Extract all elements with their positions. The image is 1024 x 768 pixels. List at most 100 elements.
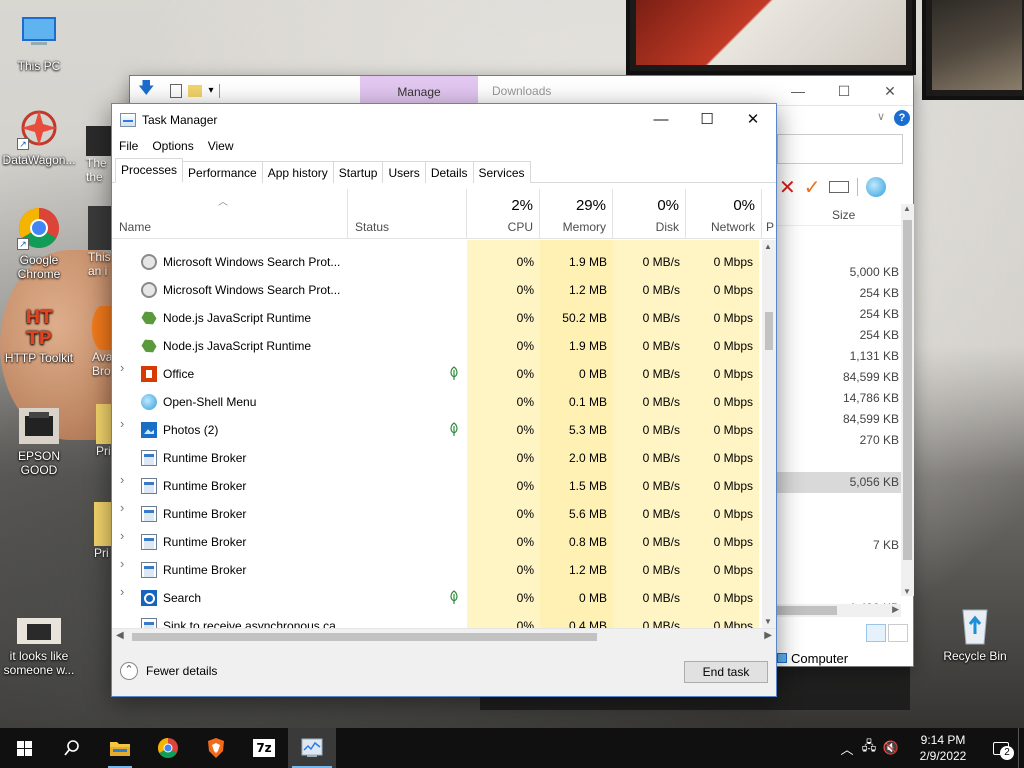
file-size-cell[interactable]: 254 KB xyxy=(777,325,901,346)
ribbon-expand-icon[interactable]: ∨ xyxy=(877,110,885,123)
cpu-column-header[interactable]: 2% CPU xyxy=(467,189,540,239)
scroll-thumb[interactable] xyxy=(132,633,597,641)
process-row[interactable]: › Runtime Broker 0% 1.2 MB 0 MB/s 0 Mbps xyxy=(112,556,762,584)
scroll-up-icon[interactable]: ▲ xyxy=(764,242,772,251)
file-size-cell[interactable]: 84,599 KB xyxy=(777,409,901,430)
checkmark-icon[interactable]: ✓ xyxy=(804,175,821,200)
memory-column-header[interactable]: 29% Memory xyxy=(540,189,613,239)
status-column-header[interactable]: Status xyxy=(348,189,467,239)
process-row[interactable]: Node.js JavaScript Runtime 0% 50.2 MB 0 MB/… xyxy=(112,304,762,332)
folder-icon[interactable] xyxy=(188,84,203,97)
vertical-scrollbar[interactable]: ▲ ▼ xyxy=(762,240,776,628)
file-size-cell[interactable]: 14,786 KB xyxy=(777,388,901,409)
file-size-cell[interactable]: 254 KB xyxy=(777,283,901,304)
tab-users[interactable]: Users xyxy=(382,161,426,183)
size-column-header[interactable]: Size xyxy=(777,202,909,226)
expand-chevron-icon[interactable]: › xyxy=(120,584,124,599)
file-size-cell[interactable]: 254 KB xyxy=(777,304,901,325)
task-manager-window[interactable]: Task Manager — ☐ ✕ File Options View Pro… xyxy=(111,103,777,697)
file-size-cell[interactable]: 5,000 KB xyxy=(777,262,901,283)
taskbar-task-manager[interactable] xyxy=(288,728,336,768)
power-column-header[interactable]: P xyxy=(762,189,776,239)
process-row-partial[interactable] xyxy=(112,240,762,248)
volume-muted-icon[interactable]: 🔇 xyxy=(880,740,902,756)
process-row[interactable]: › Runtime Broker 0% 0.8 MB 0 MB/s 0 Mbps xyxy=(112,528,762,556)
file-size-cell[interactable]: 84,599 KB xyxy=(777,367,901,388)
minimize-button[interactable]: — xyxy=(638,104,684,136)
scroll-down-icon[interactable]: ▼ xyxy=(764,617,772,626)
close-button[interactable]: ✕ xyxy=(730,104,776,136)
action-center-button[interactable]: 2 xyxy=(984,728,1018,768)
menu-file[interactable]: File xyxy=(112,136,145,156)
menu-options[interactable]: Options xyxy=(145,136,200,156)
network-icon[interactable]: 🖧 xyxy=(858,737,880,759)
taskbar-chrome[interactable] xyxy=(144,728,192,768)
process-row[interactable]: › Search 0% 0 MB 0 MB/s 0 Mbps xyxy=(112,584,762,612)
task-manager-titlebar[interactable]: Task Manager — ☐ ✕ xyxy=(112,104,776,136)
process-row[interactable]: Open-Shell Menu 0% 0.1 MB 0 MB/s 0 Mbps xyxy=(112,388,762,416)
menu-view[interactable]: View xyxy=(201,136,241,156)
globe-icon[interactable] xyxy=(865,177,886,197)
customize-qat-icon[interactable]: ▾ xyxy=(208,85,213,96)
explorer-titlebar[interactable]: 🡇 ▾ Manage Downloads — ☐ ✕ xyxy=(130,75,913,106)
explorer-maximize-button[interactable]: ☐ xyxy=(821,76,867,106)
explorer-vertical-scrollbar[interactable]: ▲ ▼ xyxy=(901,204,914,596)
taskbar-file-explorer[interactable] xyxy=(96,728,144,768)
fewer-details-link[interactable]: ⌃ Fewer details xyxy=(120,662,217,680)
maximize-button[interactable]: ☐ xyxy=(684,104,730,136)
process-row[interactable]: › Runtime Broker 0% 1.5 MB 0 MB/s 0 Mbps xyxy=(112,472,762,500)
process-row[interactable]: › Office 0% 0 MB 0 MB/s 0 Mbps xyxy=(112,360,762,388)
desktop-icon-google-chrome[interactable]: ↗ Google Chrome xyxy=(0,206,78,281)
properties-icon[interactable] xyxy=(170,83,183,98)
process-row[interactable]: › Photos (2) 0% 5.3 MB 0 MB/s 0 Mbps xyxy=(112,416,762,444)
explorer-close-button[interactable]: ✕ xyxy=(867,76,913,106)
network-column-header[interactable]: 0% Network xyxy=(686,189,762,239)
desktop-icon-epson-good[interactable]: EPSON GOOD xyxy=(0,402,78,477)
horizontal-scrollbar[interactable]: ◀ ▶ xyxy=(112,628,776,644)
desktop-icon-http-toolkit[interactable]: HT TP HTTP Toolkit xyxy=(0,304,78,365)
expand-chevron-icon[interactable]: › xyxy=(120,528,124,543)
scroll-right-icon[interactable]: ▶ xyxy=(764,630,772,641)
desktop-icon-datawagon[interactable]: ↗ DataWagon... xyxy=(0,106,78,167)
taskbar-brave[interactable] xyxy=(192,728,240,768)
process-row[interactable]: Microsoft Windows Search Prot... 0% 1.9 MB… xyxy=(112,248,762,276)
help-icon[interactable]: ? xyxy=(894,110,910,126)
scroll-left-icon[interactable]: ◀ xyxy=(116,630,124,641)
file-size-cell[interactable]: 5,056 KB xyxy=(777,472,901,493)
large-icons-view-button[interactable] xyxy=(888,624,908,642)
disk-column-header[interactable]: 0% Disk xyxy=(613,189,686,239)
end-task-button[interactable]: End task xyxy=(684,661,768,683)
expand-chevron-icon[interactable]: › xyxy=(120,556,124,571)
explorer-minimize-button[interactable]: — xyxy=(775,76,821,106)
expand-chevron-icon[interactable]: › xyxy=(120,360,124,375)
details-view-button[interactable] xyxy=(866,624,886,642)
desktop-icon-recycle-bin[interactable]: Recycle Bin xyxy=(936,602,1014,663)
file-size-cell[interactable] xyxy=(777,556,901,577)
expand-chevron-icon[interactable]: › xyxy=(120,416,124,431)
process-row[interactable]: Microsoft Windows Search Prot... 0% 1.2 MB… xyxy=(112,276,762,304)
process-row[interactable]: Sink to receive asynchronous ca... 0% 0.4 … xyxy=(112,612,762,628)
file-size-cell[interactable]: 270 KB xyxy=(777,430,901,451)
expand-chevron-icon[interactable]: › xyxy=(120,500,124,515)
partial-desktop-icon-3[interactable]: Avas Bro xyxy=(92,306,118,386)
process-row[interactable]: Runtime Broker 0% 2.0 MB 0 MB/s 0 Mbps xyxy=(112,444,762,472)
explorer-horizontal-scrollbar[interactable]: ▶ xyxy=(777,604,901,617)
tab-app-history[interactable]: App history xyxy=(261,161,334,183)
partial-desktop-icon-2[interactable]: This an i xyxy=(88,206,112,286)
file-size-cell[interactable] xyxy=(777,514,901,535)
partial-desktop-icon-1[interactable]: The the xyxy=(86,126,112,190)
desktop-icon-it-looks-like[interactable]: it looks like someone w... xyxy=(0,614,78,677)
taskbar-7zip[interactable]: 7z xyxy=(240,728,288,768)
file-size-cell[interactable] xyxy=(777,451,901,472)
file-size-cell[interactable] xyxy=(777,577,901,598)
file-size-cell[interactable] xyxy=(777,493,901,514)
tab-processes[interactable]: Processes xyxy=(115,158,184,183)
name-column-header[interactable]: ︿ Name xyxy=(112,189,348,239)
process-row[interactable]: Node.js JavaScript Runtime 0% 1.9 MB 0 MB/s… xyxy=(112,332,762,360)
file-size-cell[interactable]: 7 KB xyxy=(777,535,901,556)
tab-performance[interactable]: Performance xyxy=(182,161,263,183)
taskbar-search-button[interactable] xyxy=(48,728,96,768)
tab-details[interactable]: Details xyxy=(424,161,474,183)
delete-x-icon[interactable]: ✕ xyxy=(779,175,796,200)
clock[interactable]: 9:14 PM 2/9/2022 xyxy=(908,732,978,764)
